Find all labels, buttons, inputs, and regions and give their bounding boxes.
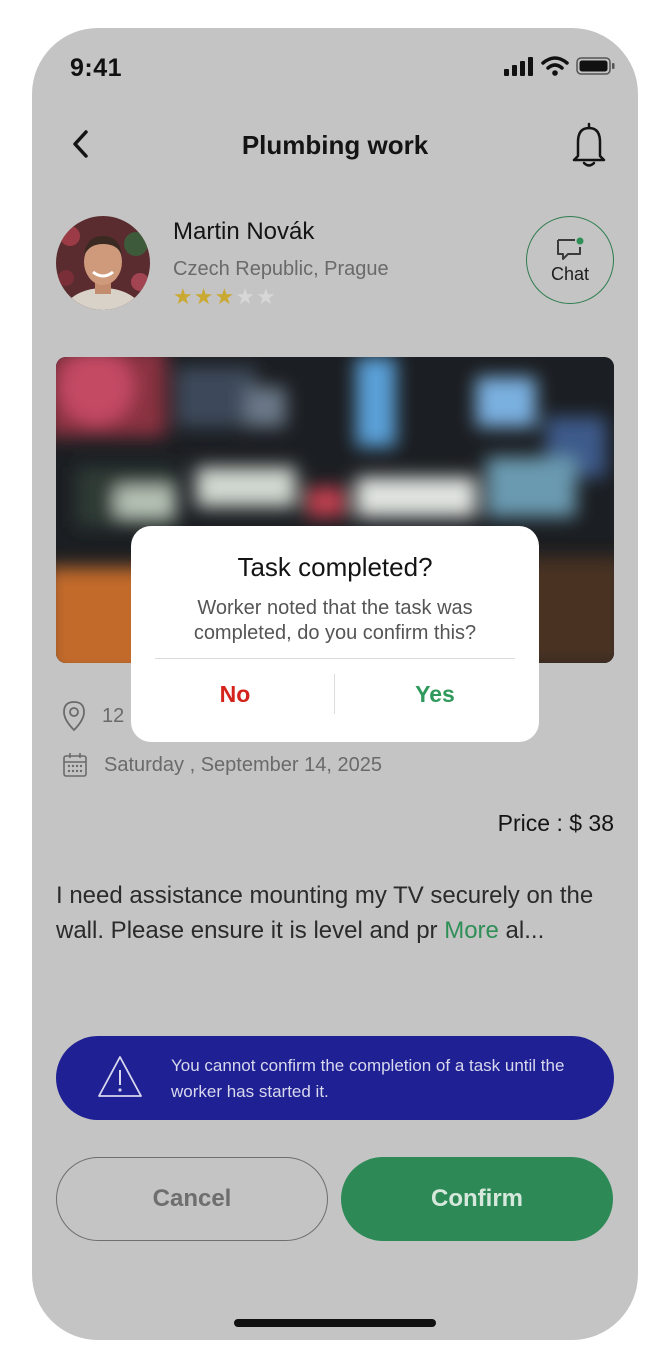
- task-description: I need assistance mounting my TV securel…: [56, 878, 616, 948]
- home-indicator: [234, 1319, 436, 1327]
- warning-text: You cannot confirm the completion of a t…: [171, 1056, 565, 1101]
- date-text: Saturday , September 14, 2025: [104, 753, 382, 776]
- chat-icon: [557, 237, 584, 260]
- warning-banner: You cannot confirm the completion of a t…: [56, 1036, 614, 1120]
- calendar-icon: [63, 753, 87, 777]
- wifi-icon: [541, 56, 569, 76]
- location-pin-icon: [63, 701, 85, 732]
- date-row: Saturday , September 14, 2025: [62, 752, 382, 778]
- address-row: 12: [62, 700, 124, 732]
- dialog-message: Worker noted that the task was completed…: [193, 597, 477, 644]
- worker-name: Martin Novák: [173, 218, 315, 245]
- description-tail: al...: [498, 917, 545, 944]
- worker-location: Czech Republic, Prague: [173, 258, 389, 280]
- battery-icon: [576, 57, 615, 75]
- chat-button[interactable]: Chat: [526, 216, 614, 304]
- dialog-divider: [155, 658, 515, 659]
- cancel-button[interactable]: Cancel: [56, 1157, 328, 1241]
- price-label: Price : $ 38: [497, 810, 614, 836]
- dialog-title: Task completed?: [237, 552, 433, 582]
- warning-triangle-icon: [98, 1056, 142, 1097]
- star-icon: ★: [214, 284, 236, 309]
- phone-screen: 9:41 Plumbing work Martin Novák Czech Re…: [32, 28, 638, 1340]
- status-icons: [504, 56, 616, 76]
- bell-icon[interactable]: [570, 120, 608, 168]
- star-icon: ★: [193, 284, 215, 309]
- page-title: Plumbing work: [241, 130, 429, 160]
- confirm-button[interactable]: Confirm: [341, 1157, 613, 1241]
- dialog-yes-button[interactable]: Yes: [335, 681, 535, 708]
- address-text: 12: [102, 704, 125, 727]
- star-empty-icon: ★: [235, 284, 256, 309]
- worker-avatar[interactable]: [56, 216, 150, 310]
- worker-rating: ★★★★★: [173, 284, 277, 310]
- dialog-no-button[interactable]: No: [135, 681, 335, 708]
- status-time: 9:41: [70, 54, 123, 82]
- task-completed-dialog: Task completed? Worker noted that the ta…: [131, 526, 539, 742]
- chat-label: Chat: [550, 263, 590, 284]
- star-icon: ★: [173, 284, 194, 309]
- signal-icon: [504, 57, 533, 76]
- star-empty-icon: ★: [255, 284, 277, 309]
- avatar-image: [56, 216, 150, 310]
- more-link[interactable]: More: [444, 917, 499, 944]
